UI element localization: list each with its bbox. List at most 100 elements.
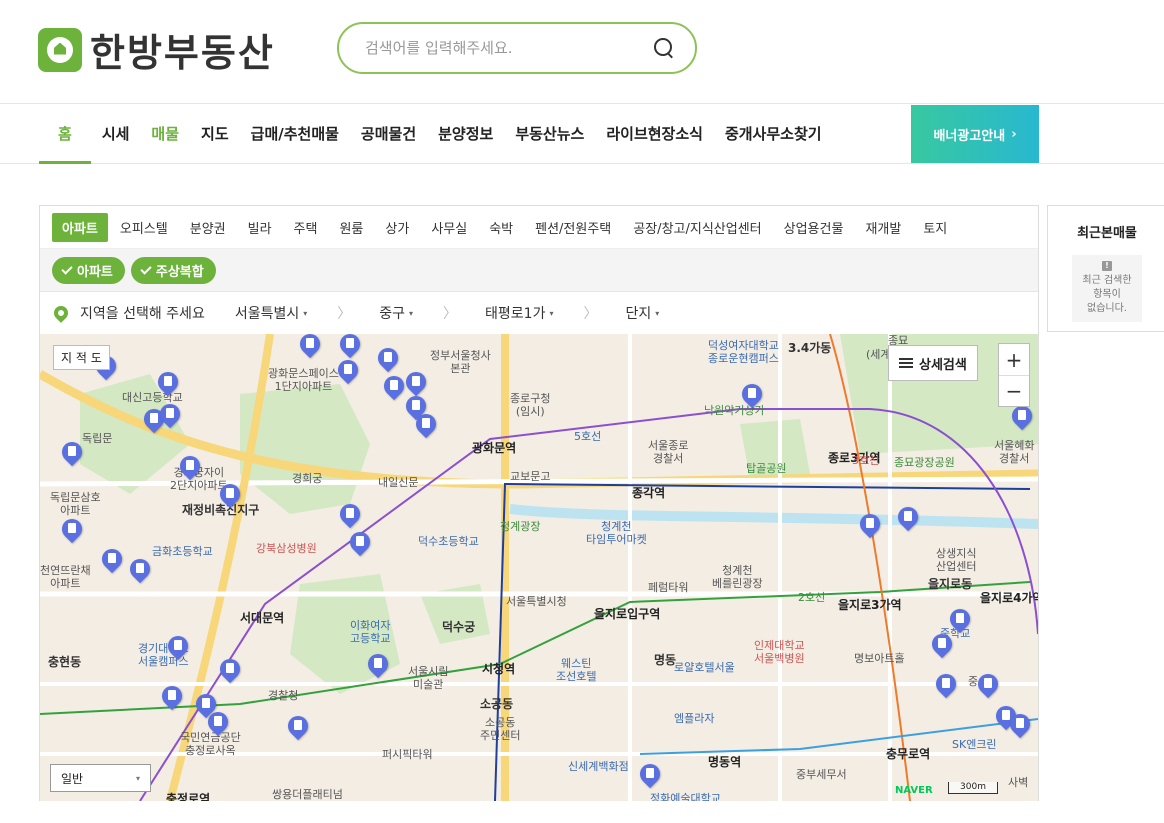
map-label: 상생지식 산업센터	[936, 547, 977, 573]
filter-chip[interactable]: 주상복합	[130, 256, 216, 284]
map-label: 을지로입구역	[594, 607, 661, 621]
apartment-marker-icon[interactable]	[860, 514, 880, 538]
nav-item[interactable]: 중개사무소찾기	[714, 104, 833, 164]
apartment-marker-icon[interactable]	[932, 634, 952, 658]
apartment-marker-icon[interactable]	[936, 674, 956, 698]
map-label: 청계광장	[500, 520, 541, 533]
map-label: 내일신문	[378, 476, 419, 489]
nav-item[interactable]: 매물	[140, 104, 190, 164]
city-value: 서울특별시	[234, 306, 300, 322]
apartment-marker-icon[interactable]	[62, 442, 82, 466]
apartment-marker-icon[interactable]	[208, 712, 228, 736]
nav-item[interactable]: 지도	[190, 104, 240, 164]
city-select[interactable]: 서울특별시 ▾	[235, 303, 307, 323]
nav-item[interactable]: 부동산뉴스	[504, 104, 595, 164]
apartment-marker-icon[interactable]	[350, 532, 370, 556]
apartment-marker-icon[interactable]	[220, 659, 240, 683]
map-label: 서울시립 미술관	[408, 665, 449, 691]
category-tab[interactable]: 토지	[913, 213, 957, 242]
apartment-marker-icon[interactable]	[102, 549, 122, 573]
search-input[interactable]	[365, 39, 653, 57]
map-label: 덕수궁	[442, 620, 476, 634]
dong-select[interactable]: 태평로1가 ▾	[485, 303, 553, 323]
map-label: 광화문역	[472, 441, 517, 455]
detail-search-button[interactable]: 상세검색	[888, 345, 978, 381]
apartment-marker-icon[interactable]	[220, 484, 240, 508]
category-tab[interactable]: 상업용건물	[774, 213, 854, 242]
apartment-marker-icon[interactable]	[950, 609, 970, 633]
category-tab[interactable]: 원룸	[329, 213, 373, 242]
category-tab[interactable]: 재개발	[855, 213, 911, 242]
apartment-marker-icon[interactable]	[130, 559, 150, 583]
map-label: 서울특별시청	[506, 595, 567, 608]
caret-down-icon: ▾	[409, 308, 414, 318]
zoom-in-button[interactable]: +	[999, 344, 1029, 375]
apartment-marker-icon[interactable]	[406, 372, 426, 396]
category-tab[interactable]: 상가	[375, 213, 419, 242]
map-label: 중	[968, 675, 979, 688]
apartment-marker-icon[interactable]	[640, 764, 660, 788]
apartment-marker-icon[interactable]	[978, 674, 998, 698]
apartment-marker-icon[interactable]	[340, 334, 360, 358]
map-label: 교보문고	[510, 470, 551, 483]
map-label: 5호선	[574, 430, 602, 443]
apartment-marker-icon[interactable]	[300, 334, 320, 358]
category-tab[interactable]: 사무실	[421, 213, 477, 242]
alert-icon: !	[1102, 261, 1112, 271]
cadastral-map-button[interactable]: 지 적 도	[53, 345, 110, 370]
map-label: 충정로역	[166, 792, 211, 802]
search-icon[interactable]	[653, 37, 675, 59]
category-tab[interactable]: 빌라	[238, 213, 282, 242]
apartment-marker-icon[interactable]	[160, 404, 180, 428]
category-tab[interactable]: 주택	[284, 213, 328, 242]
map-canvas[interactable]: 독립문 대신고등학교 광화문스페이스 1단지아파트 정부서울청사 본관 종로구청 (임시…	[40, 334, 1038, 801]
map-label: 서울혜화 경찰서	[994, 439, 1035, 465]
category-tab[interactable]: 아파트	[52, 212, 108, 242]
apartment-marker-icon[interactable]	[168, 636, 188, 660]
nav-item[interactable]: 라이브현장소식	[595, 104, 714, 164]
category-tab[interactable]: 공장/창고/지식산업센터	[623, 213, 771, 242]
category-tab[interactable]: 숙박	[479, 213, 523, 242]
map-type-value: 일반	[61, 771, 84, 786]
district-value: 중구	[379, 306, 406, 322]
apartment-marker-icon[interactable]	[62, 519, 82, 543]
filter-chip[interactable]: 아파트	[52, 256, 125, 284]
map-label: 종묘광장공원	[894, 456, 955, 469]
category-tab[interactable]: 분양권	[180, 213, 236, 242]
map-label: 종각역	[632, 486, 666, 500]
apartment-marker-icon[interactable]	[384, 376, 404, 400]
zoom-control: + −	[998, 343, 1030, 407]
apartment-marker-icon[interactable]	[1010, 714, 1030, 738]
nav-items: 홈 시세 매물 지도 급매/추천매물 공매물건 분양정보 부동산뉴스 라이브현장소식 중개사무소찾…	[39, 104, 833, 164]
category-tab[interactable]: 오피스텔	[110, 213, 178, 242]
nav-item[interactable]: 홈	[39, 104, 91, 164]
apartment-marker-icon[interactable]	[1012, 406, 1032, 430]
location-pin-icon	[51, 303, 71, 323]
apartment-marker-icon[interactable]	[340, 504, 360, 528]
apartment-marker-icon[interactable]	[180, 456, 200, 480]
map-label: SK엔크린	[952, 738, 997, 751]
apartment-marker-icon[interactable]	[338, 360, 358, 384]
apartment-marker-icon[interactable]	[288, 716, 308, 740]
check-icon	[140, 262, 152, 275]
apartment-marker-icon[interactable]	[162, 686, 182, 710]
apartment-marker-icon[interactable]	[158, 372, 178, 396]
nav-item[interactable]: 급매/추천매물	[240, 104, 350, 164]
complex-select[interactable]: 단지 ▾	[625, 303, 659, 323]
zoom-out-button[interactable]: −	[999, 375, 1029, 406]
filter-chip-label: 아파트	[77, 264, 113, 280]
nav-item[interactable]: 공매물건	[350, 104, 427, 164]
district-select[interactable]: 중구 ▾	[379, 303, 413, 323]
apartment-marker-icon[interactable]	[416, 414, 436, 438]
map-label: 명동	[654, 653, 677, 667]
category-tab[interactable]: 펜션/전원주택	[525, 213, 621, 242]
apartment-marker-icon[interactable]	[378, 348, 398, 372]
apartment-marker-icon[interactable]	[898, 507, 918, 531]
apartment-marker-icon[interactable]	[368, 654, 388, 678]
apartment-marker-icon[interactable]	[742, 384, 762, 408]
logo[interactable]: 한방부동산	[38, 22, 275, 77]
nav-item[interactable]: 분양정보	[427, 104, 504, 164]
map-type-select[interactable]: 일반 ▾	[50, 764, 151, 792]
nav-item[interactable]: 시세	[91, 104, 141, 164]
banner-ad-button[interactable]: 배너광고안내 ›	[911, 105, 1039, 163]
